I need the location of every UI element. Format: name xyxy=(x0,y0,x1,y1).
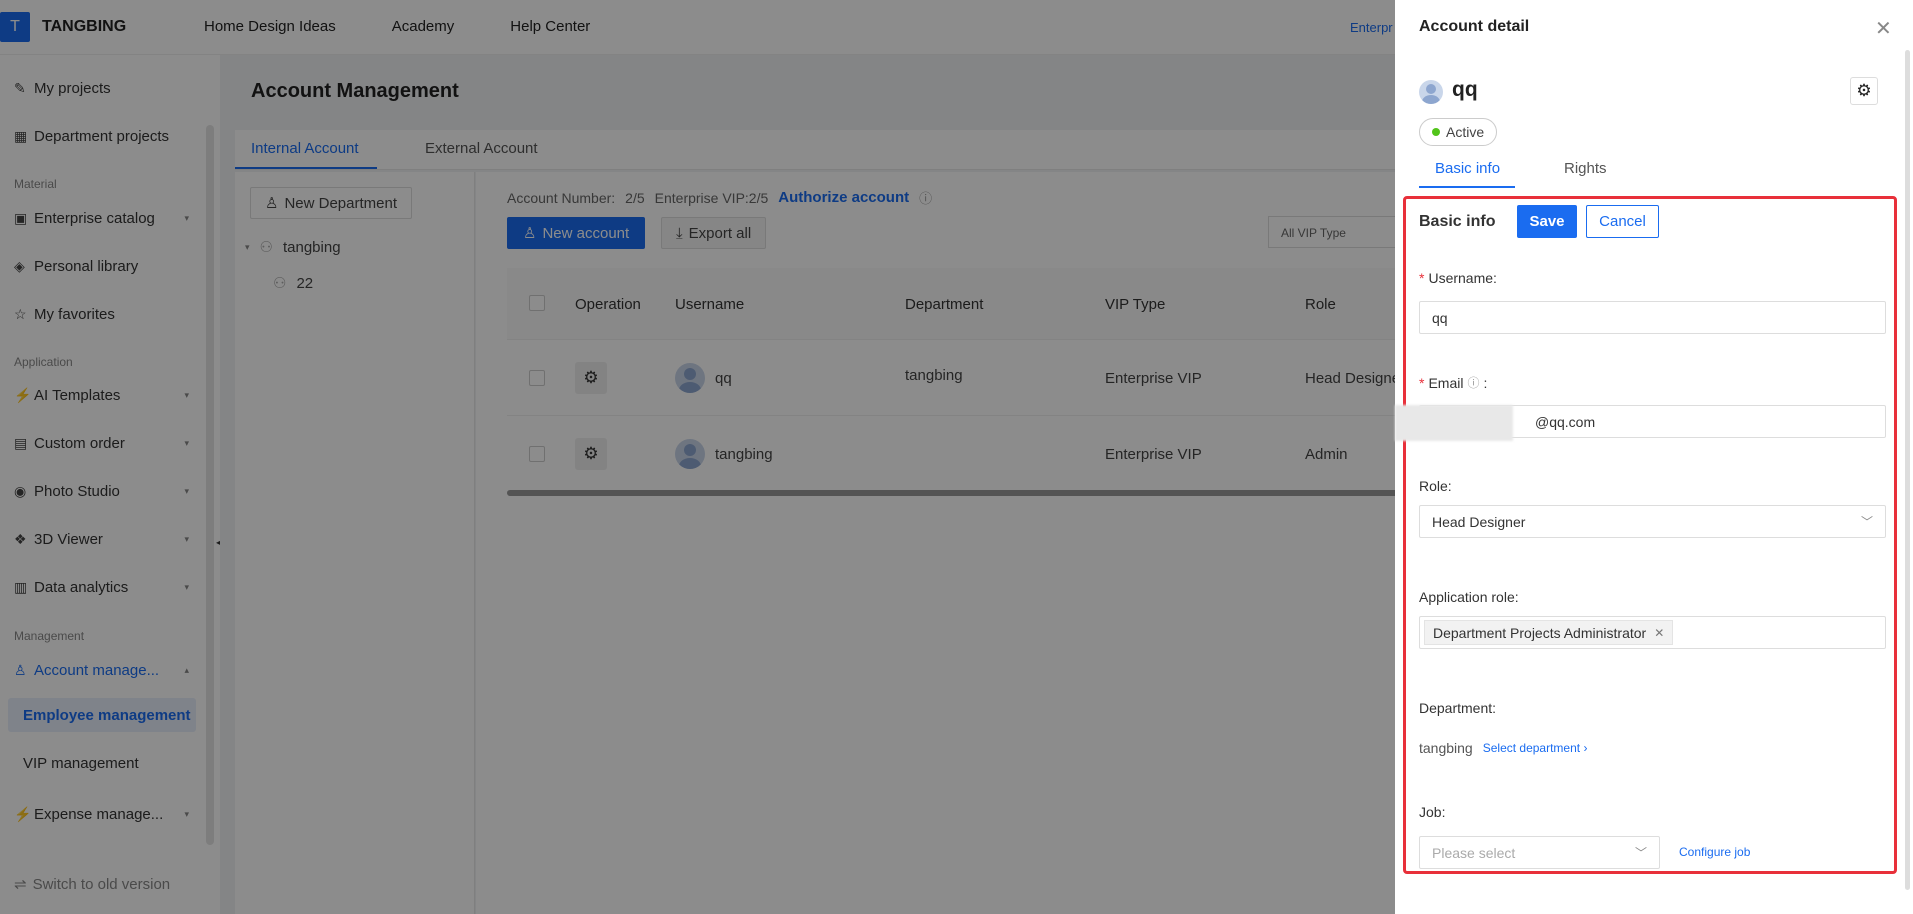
job-select[interactable]: Please select ﹀ xyxy=(1419,836,1660,869)
select-department-label: Select department xyxy=(1482,741,1581,755)
save-button[interactable]: Save xyxy=(1517,205,1577,238)
chevron-right-icon: › xyxy=(1583,741,1588,755)
status-badge: Active xyxy=(1419,118,1498,146)
department-name: tangbing xyxy=(1419,740,1473,756)
gear-icon[interactable]: ⚙ xyxy=(1850,77,1878,105)
role-select[interactable]: Head Designer ﹀ xyxy=(1419,505,1886,538)
status-label: Active xyxy=(1446,124,1485,140)
email-label-text: Email xyxy=(1428,374,1464,391)
required-mark: * xyxy=(1419,270,1425,286)
application-role-label: Application role: xyxy=(1419,589,1519,605)
avatar xyxy=(1419,80,1443,104)
department-value: tangbing Select department › xyxy=(1419,740,1587,756)
drawer-title: Account detail xyxy=(1419,18,1530,35)
drawer-scrollbar[interactable] xyxy=(1905,50,1910,890)
tab-rights[interactable]: Rights xyxy=(1564,160,1607,177)
job-placeholder: Please select xyxy=(1432,844,1516,861)
username-field[interactable]: qq xyxy=(1419,301,1886,334)
status-dot xyxy=(1432,128,1440,136)
department-label: Department: xyxy=(1419,700,1497,716)
application-role-select[interactable]: Department Projects Administrator ✕ xyxy=(1419,616,1886,649)
close-icon[interactable]: ✕ xyxy=(1875,16,1892,41)
account-detail-drawer: Account detail ✕ qq ⚙ Active Basic info … xyxy=(1395,0,1913,914)
remove-tag-icon[interactable]: ✕ xyxy=(1654,626,1664,640)
drawer-mask[interactable] xyxy=(0,0,1395,914)
email-label: * Email ⓘ : xyxy=(1419,374,1487,391)
email-redaction xyxy=(1395,405,1513,441)
email-label-colon: : xyxy=(1483,374,1488,391)
username-label: * Username: xyxy=(1419,270,1497,286)
required-mark: * xyxy=(1419,374,1425,391)
configure-job-link[interactable]: Configure job xyxy=(1679,845,1750,859)
username-label-text: Username: xyxy=(1428,270,1497,286)
role-value: Head Designer xyxy=(1432,513,1526,530)
account-name: qq xyxy=(1452,78,1478,101)
job-label: Job: xyxy=(1419,804,1446,820)
info-icon[interactable]: ⓘ xyxy=(1467,374,1479,391)
chevron-down-icon: ﹀ xyxy=(1634,846,1647,860)
chevron-down-icon: ﹀ xyxy=(1860,515,1873,529)
form-title: Basic info xyxy=(1419,213,1496,230)
role-label: Role: xyxy=(1419,478,1452,494)
app-root: T TANGBING Home Design Ideas Academy Hel… xyxy=(0,0,1913,914)
application-role-tag: Department Projects Administrator ✕ xyxy=(1424,620,1674,645)
email-suffix: @qq.com xyxy=(1535,413,1596,430)
drawer-tab-ink xyxy=(1419,186,1515,188)
cancel-button[interactable]: Cancel xyxy=(1586,205,1659,238)
tag-label: Department Projects Administrator xyxy=(1433,624,1647,641)
select-department-link[interactable]: Select department › xyxy=(1483,741,1588,755)
tab-basic-info[interactable]: Basic info xyxy=(1435,160,1500,177)
